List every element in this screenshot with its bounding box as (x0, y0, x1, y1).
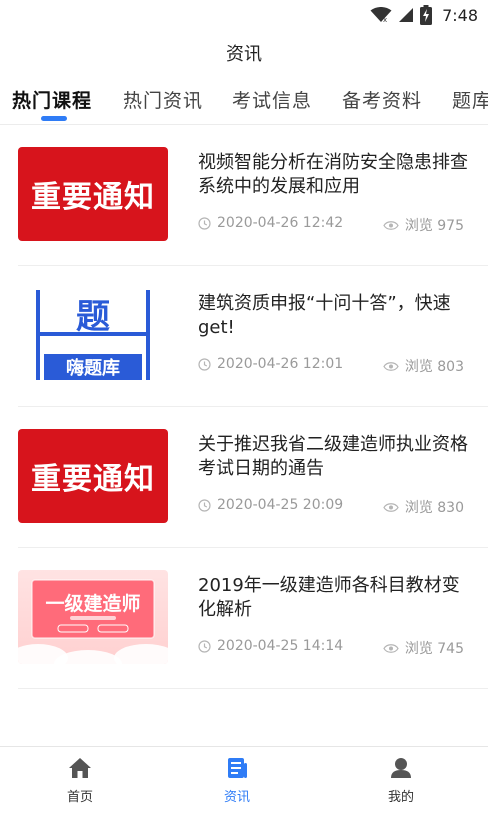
item-divider (18, 688, 488, 689)
category-tabs: 热门课程 热门资讯 考试信息 备考资料 题库 (0, 78, 488, 124)
view-count: 浏览 975 (383, 215, 464, 235)
eye-icon (383, 502, 399, 512)
article-title: 视频智能分析在消防安全隐患排查系统中的发展和应用 (198, 152, 468, 197)
active-tab-indicator (41, 116, 67, 121)
course-banner-thumbnail: 一级建造师 (18, 570, 168, 664)
clock-icon (198, 639, 211, 653)
publish-time-text: 2020-04-25 20:09 (217, 497, 344, 513)
thumbnail-text: 重要通知 (31, 180, 155, 215)
wifi-icon: x (370, 7, 392, 23)
status-bar: x 7:48 (0, 0, 488, 30)
eye-icon (383, 220, 399, 230)
quiz-bank-thumbnail: 题 嗨题库 (18, 288, 168, 382)
list-item[interactable]: 重要通知 视频智能分析在消防安全隐患排查系统中的发展和应用 2020-04-26… (0, 125, 488, 266)
nav-home-label: 首页 (66, 790, 93, 805)
view-count-text: 浏览 745 (404, 641, 464, 657)
list-item[interactable]: 一级建造师 2019年一级建造师各科目教材变化解析 2020-04-25 14:… (0, 548, 488, 689)
publish-time-text: 2020-04-26 12:42 (217, 215, 344, 231)
quiz-bank-logo: 题 嗨题库 (36, 290, 150, 380)
status-time: 7:48 (442, 5, 478, 25)
article-meta: 2020-04-26 12:42 浏览 975 (198, 215, 464, 235)
list-item[interactable]: 重要通知 关于推迟我省二级建造师执业资格考试日期的通告 2020-04-25 2… (0, 407, 488, 548)
quiz-bank-name: 嗨题库 (66, 357, 120, 379)
tab-question-bank[interactable]: 题库 (452, 86, 488, 113)
tab-hot-news[interactable]: 热门资讯 (123, 86, 203, 113)
publish-time: 2020-04-25 14:14 (198, 638, 343, 654)
page-title: 资讯 (226, 44, 262, 65)
clock-icon (198, 357, 211, 371)
article-title: 2019年一级建造师各科目教材变化解析 (198, 575, 460, 620)
clock-icon (198, 498, 211, 512)
view-count: 浏览 745 (383, 638, 464, 658)
view-count: 浏览 830 (383, 497, 464, 517)
article-title: 关于推迟我省二级建造师执业资格考试日期的通告 (198, 434, 468, 479)
eye-icon (383, 361, 399, 371)
publish-time-text: 2020-04-25 14:14 (217, 638, 344, 654)
tab-exam-info[interactable]: 考试信息 (232, 86, 312, 113)
signal-icon (399, 8, 414, 22)
nav-profile-label: 我的 (387, 790, 414, 805)
publish-time-text: 2020-04-26 12:01 (217, 356, 344, 372)
article-meta: 2020-04-25 14:14 浏览 745 (198, 638, 464, 658)
svg-text:x: x (383, 16, 387, 23)
status-icons: x 7:48 (370, 5, 478, 25)
article-meta: 2020-04-26 12:01 浏览 803 (198, 356, 464, 376)
course-banner-art: 一级建造师 (18, 579, 168, 664)
nav-news[interactable]: 资讯 (187, 757, 287, 805)
notice-thumbnail: 重要通知 (18, 429, 168, 523)
view-count-text: 浏览 975 (404, 218, 464, 234)
list-item[interactable]: 题 嗨题库 建筑资质申报“十问十答”，快速get! 2020-04-26 12:… (0, 266, 488, 407)
article-meta: 2020-04-25 20:09 浏览 830 (198, 497, 464, 517)
thumbnail-text: 重要通知 (31, 462, 155, 497)
publish-time: 2020-04-25 20:09 (198, 497, 343, 513)
view-count-text: 浏览 803 (404, 359, 464, 375)
banner-title: 一级建造师 (45, 592, 140, 615)
nav-home[interactable]: 首页 (30, 757, 130, 805)
home-icon (69, 758, 91, 778)
bottom-nav: 首页 资讯 我的 (0, 746, 488, 814)
notice-thumbnail: 重要通知 (18, 147, 168, 241)
battery-charging-icon (420, 5, 433, 25)
quiz-glyph: 题 (76, 297, 110, 337)
eye-icon (383, 643, 399, 653)
title-bar: 资讯 (0, 30, 488, 76)
profile-icon (391, 758, 411, 778)
view-count: 浏览 803 (383, 356, 464, 376)
publish-time: 2020-04-26 12:01 (198, 356, 343, 372)
tab-study-materials[interactable]: 备考资料 (342, 86, 422, 113)
clock-icon (198, 216, 211, 230)
nav-news-label: 资讯 (223, 790, 250, 805)
tab-hot-courses[interactable]: 热门课程 (12, 86, 92, 113)
article-title: 建筑资质申报“十问十答”，快速get! (198, 293, 451, 338)
view-count-text: 浏览 830 (404, 500, 464, 516)
publish-time: 2020-04-26 12:42 (198, 215, 343, 231)
nav-profile[interactable]: 我的 (351, 757, 451, 805)
news-icon (228, 758, 247, 778)
